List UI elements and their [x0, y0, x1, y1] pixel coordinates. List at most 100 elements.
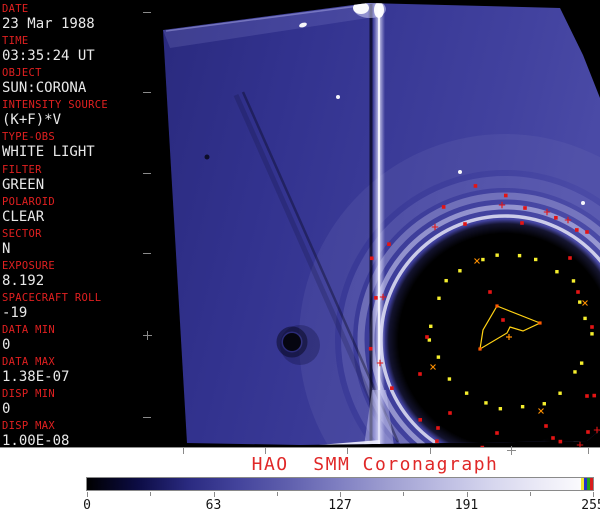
calibration-dot-red [575, 228, 579, 232]
metadata-field-intensity-source: INTENSITY SOURCE (K+F)*V [2, 99, 148, 128]
calibration-dot-red [585, 394, 589, 398]
fiducial-dot-yellow [495, 253, 499, 257]
fiducial-dot-yellow [571, 279, 576, 283]
metadata-label: OBJECT [2, 67, 42, 80]
calibration-dot-red [425, 335, 429, 339]
colorbar-minor-tick [403, 492, 405, 496]
colorbar-tick-label: 255 [581, 498, 600, 512]
pylon-top-flare [374, 3, 384, 18]
metadata-value: GREEN [2, 176, 45, 193]
colorbar-end-stripe [590, 478, 593, 490]
metadata-field-object: OBJECT SUN:CORONA [2, 67, 148, 96]
intensity-colorbar [86, 477, 594, 491]
calibration-dot-red [418, 372, 422, 376]
fiducial-dot-yellow [583, 316, 587, 321]
metadata-label: FILTER [2, 163, 42, 176]
metadata-label: TIME [2, 35, 29, 48]
metadata-label: DATA MIN [2, 324, 55, 336]
fiducial-dot-yellow [555, 270, 559, 274]
fiducial-dot-yellow [542, 402, 546, 406]
image-frame-bottom-line [0, 447, 600, 448]
metadata-label: SPACECRAFT ROLL [2, 291, 102, 304]
coronagraph-image [163, 3, 600, 447]
metadata-label: DISP MIN [2, 388, 55, 401]
colorbar-tick-label: 127 [328, 498, 352, 512]
fiducial-dot-yellow [447, 377, 452, 381]
calibration-dot-red [374, 296, 378, 300]
colorbar-minor-tick [276, 492, 278, 496]
fiducial-dot-yellow [481, 257, 485, 262]
fiducial-dot-yellow [573, 370, 577, 374]
colorbar-tick-label: 191 [454, 498, 479, 512]
colorbar-tick-label: 63 [205, 498, 222, 512]
calibration-dot-red [390, 386, 394, 390]
flag-vertex-dot [478, 347, 482, 351]
colorbar-major-tick [340, 492, 342, 497]
metadata-label: INTENSITY SOURCE [2, 99, 108, 112]
flag-vertex-dot [538, 321, 542, 325]
calibration-dot-red [436, 426, 440, 430]
metadata-sidebar: DATE 23 Mar 1988 TIME 03:35:24 UT OBJECT… [0, 0, 150, 449]
coronagraph-viewer-window: DATE 23 Mar 1988 TIME 03:35:24 UT OBJECT… [0, 0, 600, 512]
calibration-dot-red [586, 430, 590, 434]
metadata-label: SECTOR [2, 227, 42, 240]
calibration-dot-red [558, 439, 563, 444]
calibration-dot-red [501, 318, 505, 322]
calibration-dot-red [503, 193, 508, 198]
metadata-field-exposure: EXPOSURE 8.192 [2, 260, 148, 289]
colorbar-minor-tick [150, 492, 152, 496]
metadata-label: DATE [2, 3, 29, 15]
metadata-value: 8.192 [2, 272, 45, 289]
fiducial-dot-yellow [427, 338, 432, 342]
calibration-dot-red [551, 436, 555, 440]
fiducial-dot-yellow [520, 404, 525, 409]
calibration-dot-red [387, 242, 391, 246]
calibration-dot-red [590, 325, 594, 329]
fiducial-dot-yellow [458, 269, 462, 273]
colorbar-major-tick [466, 492, 468, 497]
star-speck [336, 95, 340, 99]
colorbar-tick-label: 0 [83, 498, 91, 512]
fiducial-dot-yellow [498, 407, 503, 411]
fiducial-dot-yellow [558, 391, 562, 395]
metadata-field-polaroid: POLAROID CLEAR [2, 196, 148, 225]
star-speck [581, 201, 585, 205]
fiducial-dot-yellow [464, 391, 469, 395]
metadata-field-data-min: DATA MIN 0 [2, 324, 148, 353]
colorbar-major-tick [213, 492, 215, 497]
metadata-label: EXPOSURE [2, 259, 55, 272]
colorbar-minor-tick [529, 492, 531, 496]
fiducial-dot-yellow [429, 324, 433, 328]
fiducial-dot-yellow [578, 300, 582, 304]
metadata-label: POLAROID [2, 195, 55, 208]
fiducial-dot-yellow [436, 355, 441, 359]
metadata-field-filter: FILTER GREEN [2, 164, 148, 193]
calibration-dot-red [495, 431, 499, 435]
metadata-field-disp-max: DISP MAX 1.00E-08 [2, 420, 148, 449]
flag-vertex-dot [495, 304, 499, 308]
fiducial-dot-yellow [534, 257, 538, 262]
calibration-dot-red [523, 206, 527, 210]
calibration-dot-red [448, 411, 452, 415]
calibration-dot-red [585, 230, 589, 234]
calibration-dot-red [473, 184, 478, 188]
calibration-dot-red [488, 290, 492, 294]
metadata-value: WHITE LIGHT [2, 144, 95, 161]
pylon-top-flare [353, 3, 369, 14]
star-speck [458, 170, 462, 174]
metadata-value: CLEAR [2, 208, 45, 225]
calibration-dot-red [435, 439, 439, 443]
calibration-dot-red [520, 221, 524, 225]
fiducial-dot-yellow [590, 332, 594, 336]
calibration-dot-red [463, 222, 467, 226]
calibration-dot-red [368, 346, 373, 351]
metadata-value: 03:35:24 UT [2, 48, 95, 65]
metadata-label: DATA MAX [2, 356, 55, 369]
metadata-field-data-max: DATA MAX 1.38E-07 [2, 356, 148, 385]
fiducial-dot-yellow [579, 361, 584, 365]
metadata-value: (K+F)*V [2, 112, 62, 129]
bottom-axis-plus-mark [506, 450, 516, 451]
calibration-dot-red [369, 256, 374, 261]
calibration-dot-red [554, 215, 558, 220]
metadata-field-type-obs: TYPE-OBS WHITE LIGHT [2, 131, 148, 160]
